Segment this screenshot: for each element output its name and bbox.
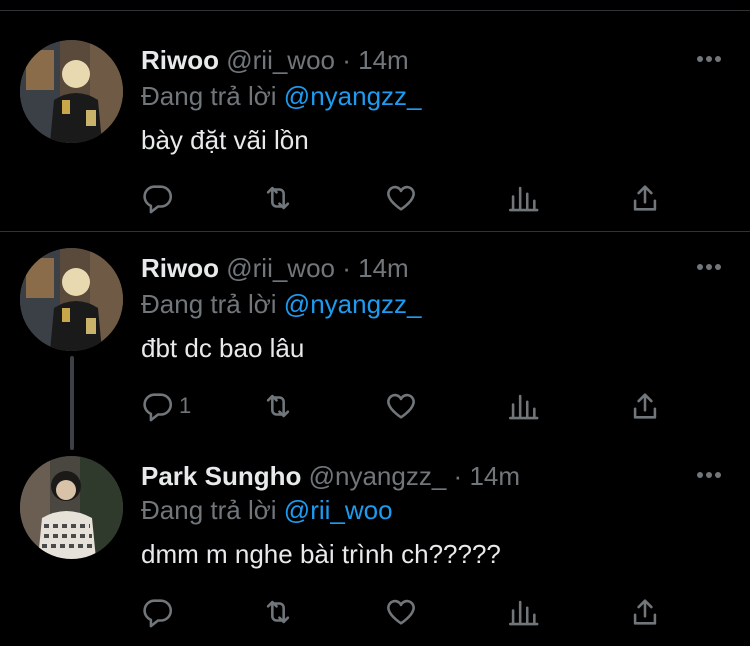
user-handle[interactable]: @nyangzz_ <box>309 461 447 491</box>
like-icon <box>387 185 415 211</box>
share-button[interactable] <box>628 178 662 218</box>
user-avatar-icon <box>20 456 123 559</box>
user-avatar-icon <box>20 248 123 351</box>
analytics-icon <box>508 394 539 420</box>
timestamp[interactable]: 14m <box>358 45 409 75</box>
like-icon <box>387 599 415 625</box>
reply-icon <box>143 393 173 422</box>
replying-prefix: Đang trả lời <box>141 289 277 319</box>
tweet-header: Park Sungho @nyangzz_ · 14m <box>141 458 520 494</box>
replying-to: Đang trả lời @rii_woo <box>141 492 393 528</box>
tweet-text: dmm m nghe bài trình ch????? <box>141 539 501 569</box>
avatar[interactable] <box>20 456 123 559</box>
share-icon <box>633 185 657 211</box>
analytics-icon <box>508 600 539 626</box>
action-bar: 1 <box>141 386 681 426</box>
reply-button[interactable]: 1 <box>141 386 191 426</box>
share-button[interactable] <box>628 592 662 632</box>
analytics-button[interactable] <box>506 386 540 426</box>
action-bar <box>141 592 681 632</box>
action-bar <box>141 178 681 218</box>
like-button[interactable] <box>384 592 418 632</box>
timestamp[interactable]: 14m <box>469 461 520 491</box>
share-button[interactable] <box>628 386 662 426</box>
like-icon <box>387 393 415 419</box>
top-border <box>0 10 750 11</box>
reply-button[interactable] <box>141 178 179 218</box>
user-avatar-icon <box>20 40 123 143</box>
display-name[interactable]: Park Sungho <box>141 461 301 491</box>
tweet-text: bày đặt vãi lồn <box>141 125 309 155</box>
user-handle[interactable]: @rii_woo <box>226 45 335 75</box>
analytics-button[interactable] <box>506 592 540 632</box>
mention-link[interactable]: @nyangzz_ <box>284 81 422 111</box>
avatar[interactable] <box>20 40 123 143</box>
more-icon[interactable] <box>694 252 724 282</box>
retweet-button[interactable] <box>261 386 295 426</box>
analytics-icon <box>508 186 539 212</box>
mention-link[interactable]: @rii_woo <box>284 495 393 525</box>
retweet-icon <box>266 394 290 418</box>
replying-to: Đang trả lời @nyangzz_ <box>141 78 422 114</box>
retweet-button[interactable] <box>261 592 295 632</box>
replying-prefix: Đang trả lời <box>141 81 277 111</box>
display-name[interactable]: Riwoo <box>141 253 219 283</box>
mention-link[interactable]: @nyangzz_ <box>284 289 422 319</box>
timestamp[interactable]: 14m <box>358 253 409 283</box>
separator-dot: · <box>453 461 463 491</box>
user-handle[interactable]: @rii_woo <box>226 253 335 283</box>
share-icon <box>633 599 657 625</box>
tweet-divider <box>0 231 750 232</box>
more-icon[interactable] <box>694 460 724 490</box>
reply-icon <box>143 185 173 214</box>
reply-count: 1 <box>179 393 192 418</box>
retweet-icon <box>266 600 290 624</box>
analytics-button[interactable] <box>506 178 540 218</box>
reply-button[interactable] <box>141 592 179 632</box>
retweet-button[interactable] <box>261 178 295 218</box>
more-icon[interactable] <box>694 44 724 74</box>
thread-connector <box>70 356 74 450</box>
retweet-icon <box>266 186 290 210</box>
separator-dot: · <box>342 253 351 283</box>
tweet-header: Riwoo @rii_woo · 14m <box>141 250 409 286</box>
reply-icon <box>143 599 173 628</box>
like-button[interactable] <box>384 386 418 426</box>
like-button[interactable] <box>384 178 418 218</box>
tweet-text: đbt dc bao lâu <box>141 333 305 363</box>
display-name[interactable]: Riwoo <box>141 45 219 75</box>
tweet-header: Riwoo @rii_woo · 14m <box>141 42 409 78</box>
avatar[interactable] <box>20 248 123 351</box>
replying-prefix: Đang trả lời <box>141 495 277 525</box>
share-icon <box>633 393 657 419</box>
separator-dot: · <box>342 45 351 75</box>
replying-to: Đang trả lời @nyangzz_ <box>141 286 422 322</box>
